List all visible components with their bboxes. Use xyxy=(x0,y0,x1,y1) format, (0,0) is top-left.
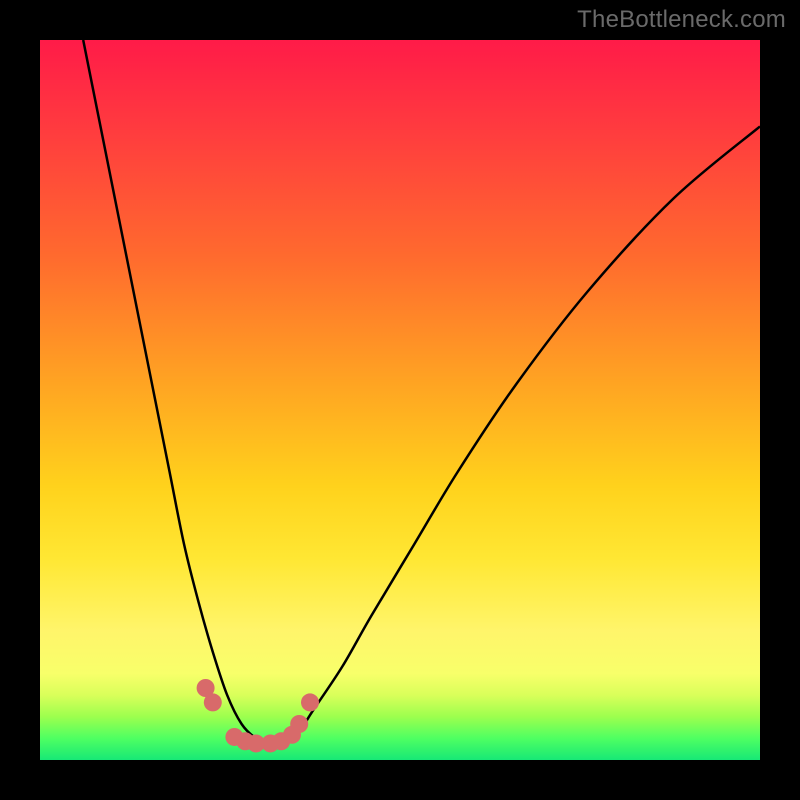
bottleneck-curve xyxy=(83,40,760,744)
trough-marker xyxy=(290,715,308,733)
bottleneck-curve-svg xyxy=(40,40,760,760)
trough-marker xyxy=(301,693,319,711)
trough-markers xyxy=(197,679,319,752)
watermark-text: TheBottleneck.com xyxy=(577,6,786,34)
trough-marker xyxy=(204,693,222,711)
chart-frame: TheBottleneck.com xyxy=(0,0,800,800)
plot-area xyxy=(40,40,760,760)
